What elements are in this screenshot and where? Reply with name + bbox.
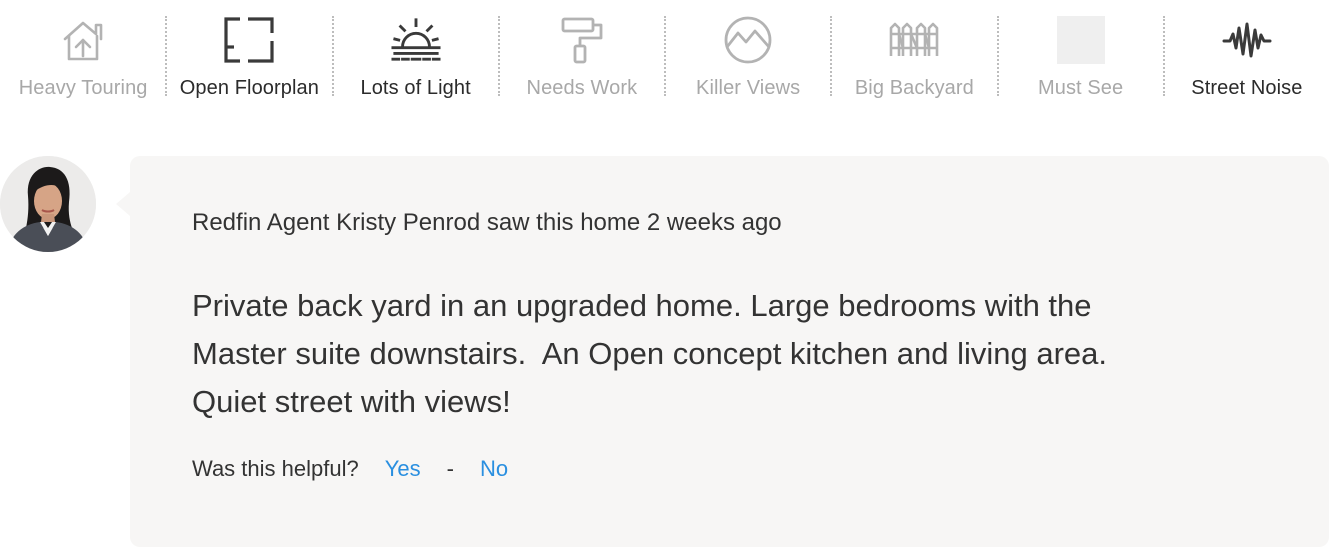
- yes-link[interactable]: Yes: [385, 456, 421, 481]
- tag-must-see[interactable]: Must See: [996, 0, 1164, 110]
- tag-label: Heavy Touring: [18, 77, 148, 99]
- fence-icon: [889, 15, 939, 65]
- floorplan-icon: [224, 15, 274, 65]
- tag-bar: Heavy Touring Open Floorplan Lots of Lig…: [0, 0, 1330, 110]
- agent-review-card: Redfin Agent Kristy Penrod saw this home…: [116, 156, 1329, 547]
- tag-killer-views[interactable]: Killer Views: [663, 0, 831, 110]
- tag-label: Must See: [1037, 77, 1124, 99]
- card-pointer: [116, 192, 130, 216]
- no-link[interactable]: No: [480, 456, 508, 481]
- agent-avatar[interactable]: [0, 156, 96, 252]
- review-body: Private back yard in an upgraded home. L…: [192, 288, 1107, 419]
- tag-street-noise[interactable]: Street Noise: [1162, 0, 1330, 110]
- sunrise-icon: [391, 15, 441, 65]
- feedback-row: Was this helpful? Yes - No: [192, 456, 508, 482]
- tag-big-backyard[interactable]: Big Backyard: [830, 0, 997, 110]
- must-see-icon: [1056, 15, 1106, 65]
- tag-label: Killer Views: [696, 77, 801, 99]
- tag-lots-of-light[interactable]: Lots of Light: [331, 0, 499, 110]
- tag-heavy-touring[interactable]: Heavy Touring: [0, 0, 166, 110]
- tag-label: Lots of Light: [360, 77, 471, 99]
- tag-label: Open Floorplan: [179, 77, 319, 99]
- tag-open-floorplan[interactable]: Open Floorplan: [165, 0, 332, 110]
- tag-label: Big Backyard: [854, 77, 974, 99]
- sound-wave-icon: [1222, 15, 1272, 65]
- feedback-label: Was this helpful?: [192, 456, 359, 481]
- review-header: Redfin Agent Kristy Penrod saw this home…: [192, 209, 782, 236]
- tag-label: Needs Work: [526, 77, 638, 99]
- tag-label: Street Noise: [1191, 77, 1303, 99]
- house-arrow-icon: [58, 15, 108, 65]
- mountain-view-icon: [723, 15, 773, 65]
- tag-needs-work[interactable]: Needs Work: [497, 0, 665, 110]
- feedback-separator: -: [446, 456, 454, 481]
- paint-roller-icon: [557, 15, 607, 65]
